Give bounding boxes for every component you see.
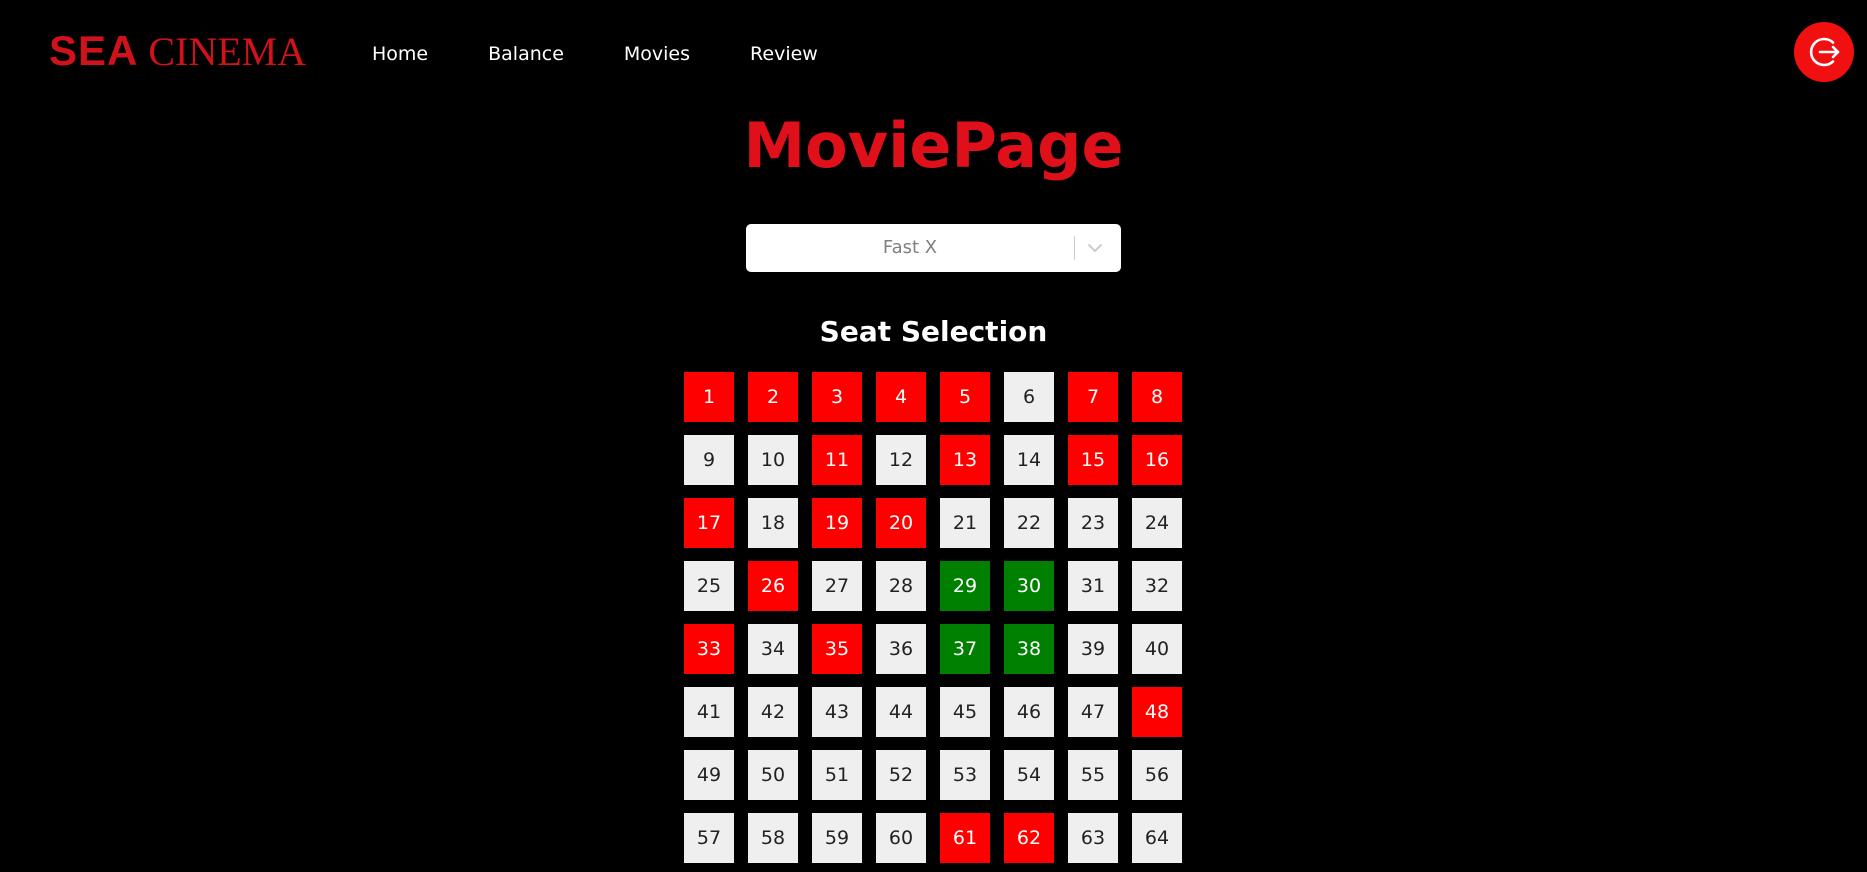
movie-select-separator	[1074, 236, 1075, 260]
nav-link-balance[interactable]: Balance	[488, 42, 564, 66]
seat-44[interactable]: 44	[876, 687, 926, 737]
seat-27[interactable]: 27	[812, 561, 862, 611]
seat-45[interactable]: 45	[940, 687, 990, 737]
seat-50[interactable]: 50	[748, 750, 798, 800]
logout-icon	[1809, 37, 1840, 67]
nav-link-movies[interactable]: Movies	[624, 42, 690, 66]
seat-29[interactable]: 29	[940, 561, 990, 611]
seat-55[interactable]: 55	[1068, 750, 1118, 800]
seat-62[interactable]: 62	[1004, 813, 1054, 863]
seat-11[interactable]: 11	[812, 435, 862, 485]
seat-6[interactable]: 6	[1004, 372, 1054, 422]
seat-9[interactable]: 9	[684, 435, 734, 485]
seat-19[interactable]: 19	[812, 498, 862, 548]
logo-main-text: SEA	[49, 27, 139, 74]
seat-41[interactable]: 41	[684, 687, 734, 737]
seat-33[interactable]: 33	[684, 624, 734, 674]
seat-38[interactable]: 38	[1004, 624, 1054, 674]
nav-links: Home Balance Movies Review	[372, 42, 878, 66]
seat-23[interactable]: 23	[1068, 498, 1118, 548]
seat-22[interactable]: 22	[1004, 498, 1054, 548]
seat-15[interactable]: 15	[1068, 435, 1118, 485]
seat-42[interactable]: 42	[748, 687, 798, 737]
seat-14[interactable]: 14	[1004, 435, 1054, 485]
seat-28[interactable]: 28	[876, 561, 926, 611]
seat-47[interactable]: 47	[1068, 687, 1118, 737]
seat-18[interactable]: 18	[748, 498, 798, 548]
seat-17[interactable]: 17	[684, 498, 734, 548]
seat-59[interactable]: 59	[812, 813, 862, 863]
seat-49[interactable]: 49	[684, 750, 734, 800]
seat-63[interactable]: 63	[1068, 813, 1118, 863]
logout-button[interactable]	[1794, 22, 1854, 82]
seat-7[interactable]: 7	[1068, 372, 1118, 422]
seat-30[interactable]: 30	[1004, 561, 1054, 611]
seat-51[interactable]: 51	[812, 750, 862, 800]
seat-8[interactable]: 8	[1132, 372, 1182, 422]
nav-link-home[interactable]: Home	[372, 42, 428, 66]
seat-31[interactable]: 31	[1068, 561, 1118, 611]
seat-52[interactable]: 52	[876, 750, 926, 800]
chevron-down-icon[interactable]	[1085, 238, 1105, 258]
seat-40[interactable]: 40	[1132, 624, 1182, 674]
seat-46[interactable]: 46	[1004, 687, 1054, 737]
seat-24[interactable]: 24	[1132, 498, 1182, 548]
seat-selection-title: Seat Selection	[819, 315, 1048, 348]
seat-37[interactable]: 37	[940, 624, 990, 674]
movie-select[interactable]: Fast X	[746, 224, 1121, 272]
seat-35[interactable]: 35	[812, 624, 862, 674]
seat-5[interactable]: 5	[940, 372, 990, 422]
seat-34[interactable]: 34	[748, 624, 798, 674]
seat-58[interactable]: 58	[748, 813, 798, 863]
seat-2[interactable]: 2	[748, 372, 798, 422]
logo[interactable]: SEA CINEMA	[49, 30, 306, 72]
seat-36[interactable]: 36	[876, 624, 926, 674]
seat-32[interactable]: 32	[1132, 561, 1182, 611]
seat-3[interactable]: 3	[812, 372, 862, 422]
seat-10[interactable]: 10	[748, 435, 798, 485]
seat-26[interactable]: 26	[748, 561, 798, 611]
seat-4[interactable]: 4	[876, 372, 926, 422]
seat-64[interactable]: 64	[1132, 813, 1182, 863]
seat-54[interactable]: 54	[1004, 750, 1054, 800]
seat-12[interactable]: 12	[876, 435, 926, 485]
nav-link-review[interactable]: Review	[750, 42, 818, 66]
seat-16[interactable]: 16	[1132, 435, 1182, 485]
seat-53[interactable]: 53	[940, 750, 990, 800]
seat-21[interactable]: 21	[940, 498, 990, 548]
seat-39[interactable]: 39	[1068, 624, 1118, 674]
navbar: SEA CINEMA Home Balance Movies Review	[0, 0, 1867, 108]
seat-grid: 1 2 3 4 5 6 7 8 9 10 11 12 13 14 15 16 17 18 19 20 21 22 23 24 2…	[684, 372, 1182, 863]
movie-select-value: Fast X	[882, 237, 938, 258]
seat-43[interactable]: 43	[812, 687, 862, 737]
seat-48[interactable]: 48	[1132, 687, 1182, 737]
seat-20[interactable]: 20	[876, 498, 926, 548]
logo-sub-text: CINEMA	[148, 29, 307, 74]
page-title: MoviePage	[743, 109, 1124, 182]
seat-13[interactable]: 13	[940, 435, 990, 485]
seat-61[interactable]: 61	[940, 813, 990, 863]
seat-1[interactable]: 1	[684, 372, 734, 422]
seat-56[interactable]: 56	[1132, 750, 1182, 800]
seat-57[interactable]: 57	[684, 813, 734, 863]
seat-60[interactable]: 60	[876, 813, 926, 863]
seat-25[interactable]: 25	[684, 561, 734, 611]
